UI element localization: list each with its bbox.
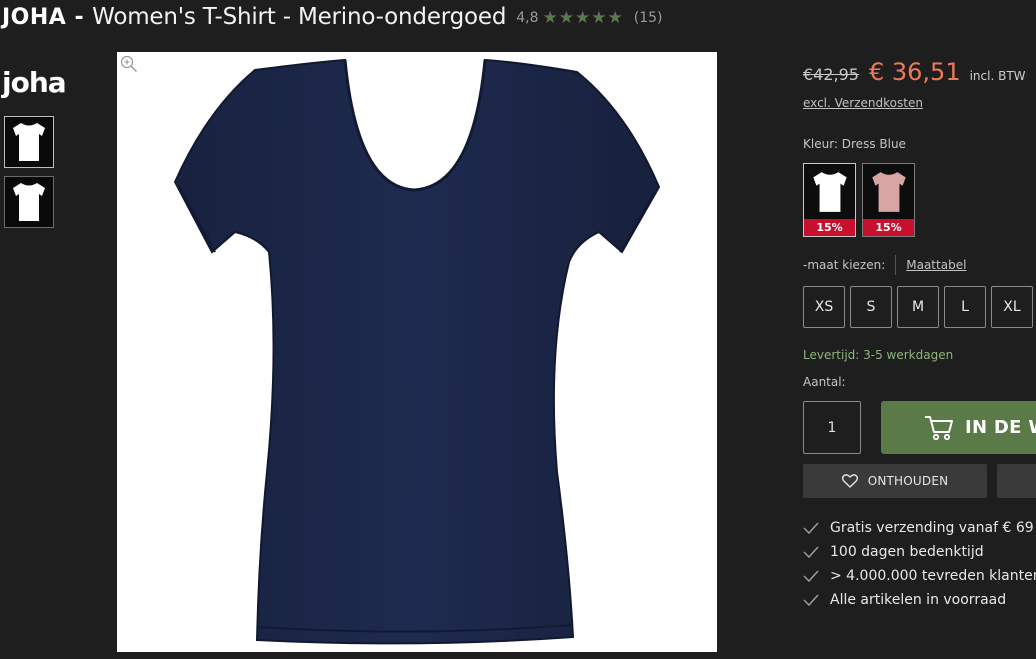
- tshirt-white-icon: [13, 183, 45, 221]
- swatch-image: [863, 164, 914, 219]
- secondary-action-button[interactable]: [997, 464, 1036, 498]
- tshirt-white-icon: [13, 123, 45, 161]
- price-row: €42,95 € 36,51 incl. BTW: [803, 58, 1026, 86]
- review-count[interactable]: (15): [634, 10, 663, 26]
- color-swatch-pink[interactable]: 15%: [862, 163, 915, 237]
- product-title: Women's T-Shirt - Merino-ondergoed: [92, 4, 507, 30]
- add-to-cart-button[interactable]: IN DE WI: [881, 401, 1036, 454]
- usp-text: Alle artikelen in voorraad: [830, 592, 1007, 608]
- size-option-xl[interactable]: XL: [991, 286, 1033, 328]
- product-header: JOHA - Women's T-Shirt - Merino-ondergoe…: [2, 4, 663, 34]
- star-icon: ★: [558, 7, 575, 28]
- size-label: -maat kiezen:: [803, 258, 886, 272]
- old-price: €42,95: [803, 65, 859, 84]
- usp-text: Gratis verzending vanaf € 69 (N: [830, 520, 1036, 536]
- star-icon: ★: [591, 7, 607, 28]
- usp-item: Alle artikelen in voorraad: [803, 592, 1006, 608]
- quantity-input[interactable]: 1: [803, 401, 861, 454]
- add-to-cart-label: IN DE WI: [965, 417, 1036, 438]
- purchase-panel: €42,95 € 36,51 incl. BTW excl. Verzendko…: [803, 0, 1036, 659]
- size-option-s[interactable]: S: [850, 286, 892, 328]
- main-product-image[interactable]: [117, 52, 717, 652]
- shipping-costs-link[interactable]: excl. Verzendkosten: [803, 96, 923, 110]
- size-header: -maat kiezen: Maattabel: [803, 255, 966, 275]
- color-swatch-white[interactable]: 15%: [803, 163, 856, 237]
- rating-stars: ★ ★ ★ ★ ★: [542, 7, 624, 28]
- usp-item: Gratis verzending vanaf € 69 (N: [803, 520, 1036, 536]
- brand-logo: joha: [2, 66, 67, 99]
- discount-badge: 15%: [804, 219, 855, 236]
- star-icon: ★: [575, 7, 591, 28]
- usp-text: > 4.000.000 tevreden klanten: [830, 568, 1036, 584]
- check-icon: [803, 594, 819, 607]
- rating-value: 4,8: [516, 10, 539, 26]
- cart-icon: [925, 416, 953, 441]
- brand-name: JOHA -: [2, 5, 85, 30]
- thumbnail-front[interactable]: [4, 116, 54, 168]
- remember-label: ONTHOUDEN: [867, 474, 949, 488]
- check-icon: [803, 570, 819, 583]
- quantity-label: Aantal:: [803, 375, 846, 389]
- size-option-l[interactable]: L: [944, 286, 986, 328]
- thumbnail-back[interactable]: [4, 176, 54, 228]
- remember-button[interactable]: ONTHOUDEN: [803, 464, 987, 498]
- check-icon: [803, 546, 819, 559]
- usp-text: 100 dagen bedenktijd: [830, 544, 984, 560]
- tshirt-white-icon: [812, 171, 847, 212]
- size-option-xs[interactable]: XS: [803, 286, 845, 328]
- tshirt-pink-icon: [871, 171, 906, 212]
- discount-badge: 15%: [863, 219, 914, 236]
- color-label: Kleur: Dress Blue: [803, 137, 906, 151]
- tax-note: incl. BTW: [969, 69, 1026, 83]
- heart-icon: [841, 474, 858, 488]
- divider: [895, 255, 897, 275]
- star-icon: ★: [607, 7, 623, 28]
- sale-price: € 36,51: [868, 58, 961, 86]
- delivery-time: Levertijd: 3-5 werkdagen: [803, 348, 954, 362]
- size-chart-link[interactable]: Maattabel: [906, 258, 966, 272]
- tshirt-navy-icon: [173, 58, 661, 645]
- star-icon: ★: [542, 7, 558, 28]
- check-icon: [803, 522, 819, 535]
- usp-item: 100 dagen bedenktijd: [803, 544, 984, 560]
- swatch-image: [804, 164, 855, 219]
- rating-summary[interactable]: 4,8 ★ ★ ★ ★ ★ (15): [516, 7, 663, 28]
- size-option-m[interactable]: M: [897, 286, 939, 328]
- usp-item: > 4.000.000 tevreden klanten: [803, 568, 1036, 584]
